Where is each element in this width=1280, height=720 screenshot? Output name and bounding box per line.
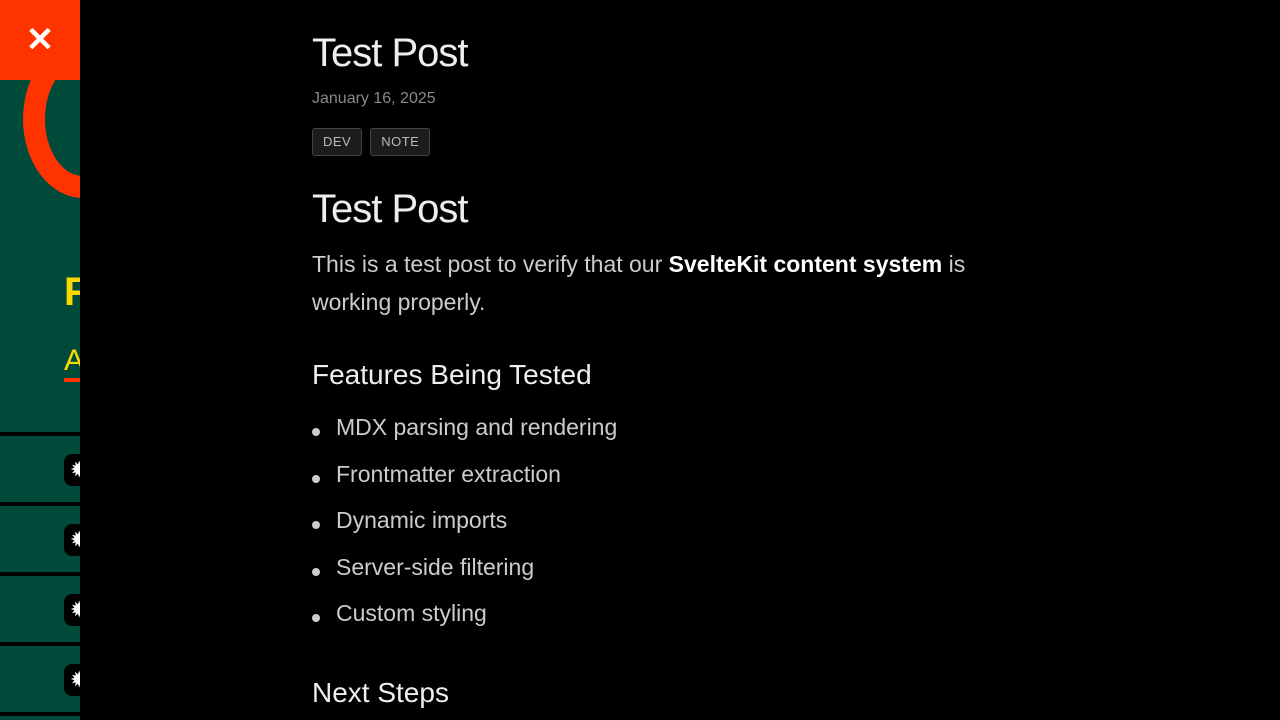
starburst-icon: ✹ <box>64 524 80 556</box>
list-item: Dynamic imports <box>312 507 617 554</box>
list-item[interactable]: ✹ <box>0 642 80 708</box>
starburst-icon: ✹ <box>64 664 80 696</box>
tag-list: DEV NOTE <box>312 128 431 156</box>
list-item[interactable] <box>0 712 80 720</box>
starburst-icon: ✹ <box>64 454 80 486</box>
list-item[interactable]: ✹ <box>0 432 80 498</box>
list-item: Server-side filtering <box>312 554 617 601</box>
side-panel: ✕ F A ✹ ✹ ✹ ✹ <box>0 0 80 720</box>
list-item[interactable]: ✹ <box>0 572 80 638</box>
features-heading: Features Being Tested <box>312 359 592 390</box>
starburst-icon: ✹ <box>64 594 80 626</box>
next-steps-heading: Next Steps <box>312 677 449 708</box>
panel-title: F <box>64 270 80 314</box>
intro-paragraph: This is a test post to verify that our S… <box>312 245 992 321</box>
intro-bold: SvelteKit content system <box>668 251 943 277</box>
list-item[interactable]: ✹ <box>0 502 80 568</box>
tag-dev[interactable]: DEV <box>312 128 363 156</box>
close-button[interactable]: ✕ <box>0 0 80 80</box>
list-item: MDX parsing and rendering <box>312 414 617 461</box>
post-title: Test Post <box>312 31 469 75</box>
intro-text: This is a test post to verify that our <box>312 251 669 277</box>
panel-link[interactable]: A <box>64 344 80 382</box>
features-list: MDX parsing and rendering Frontmatter ex… <box>312 414 617 647</box>
close-icon: ✕ <box>25 21 55 59</box>
content-heading: Test Post <box>312 187 469 231</box>
tag-note[interactable]: NOTE <box>370 128 431 156</box>
post-date: January 16, 2025 <box>312 90 436 107</box>
list-item: Frontmatter extraction <box>312 461 617 508</box>
list-item: Custom styling <box>312 600 617 647</box>
